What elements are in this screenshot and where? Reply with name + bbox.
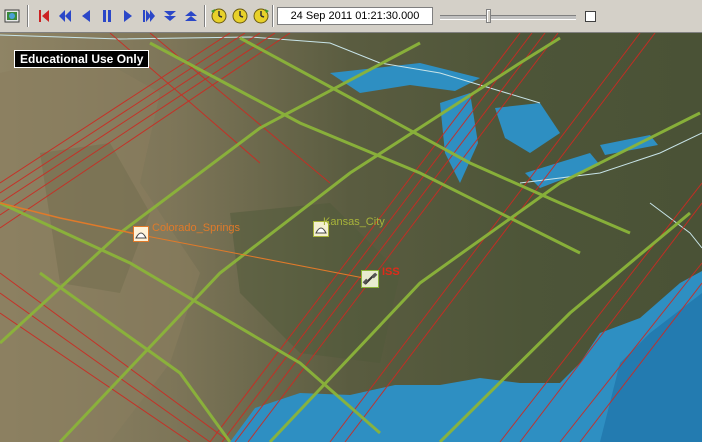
watermark-label: Educational Use Only	[14, 50, 150, 68]
toolbar-separator	[272, 5, 274, 27]
site-label-iss: ISS	[382, 266, 400, 278]
skip-to-start-icon[interactable]	[34, 6, 54, 26]
increase-step-icon[interactable]	[181, 6, 201, 26]
toolbar-separator	[27, 5, 29, 27]
satellite-icon[interactable]	[361, 270, 379, 288]
toolbar-checkbox[interactable]	[585, 11, 596, 22]
facility-icon[interactable]	[133, 226, 149, 242]
current-time-field[interactable]: 24 Sep 2011 01:21:30.000	[277, 7, 433, 25]
animation-toolbar: 24 Sep 2011 01:21:30.000	[0, 0, 702, 33]
time-slider-track[interactable]	[440, 15, 576, 20]
map-canvas	[0, 33, 702, 442]
play-reverse-icon[interactable]	[76, 6, 96, 26]
clock-icon[interactable]	[251, 6, 271, 26]
step-back-icon[interactable]	[55, 6, 75, 26]
map-view[interactable]: Educational Use Only Colorado_Springs Ka…	[0, 33, 702, 442]
globe-window-icon[interactable]	[2, 6, 22, 26]
play-icon[interactable]	[118, 6, 138, 26]
decrease-step-icon[interactable]	[160, 6, 180, 26]
site-label-colorado-springs: Colorado_Springs	[152, 222, 241, 234]
site-label-kansas-city: Kansas_City	[323, 216, 385, 228]
clock-icon[interactable]	[209, 6, 229, 26]
time-slider-thumb[interactable]	[486, 9, 491, 23]
step-forward-icon[interactable]	[139, 6, 159, 26]
clock-icon[interactable]	[230, 6, 250, 26]
pause-icon[interactable]	[97, 6, 117, 26]
toolbar-separator	[204, 5, 206, 27]
